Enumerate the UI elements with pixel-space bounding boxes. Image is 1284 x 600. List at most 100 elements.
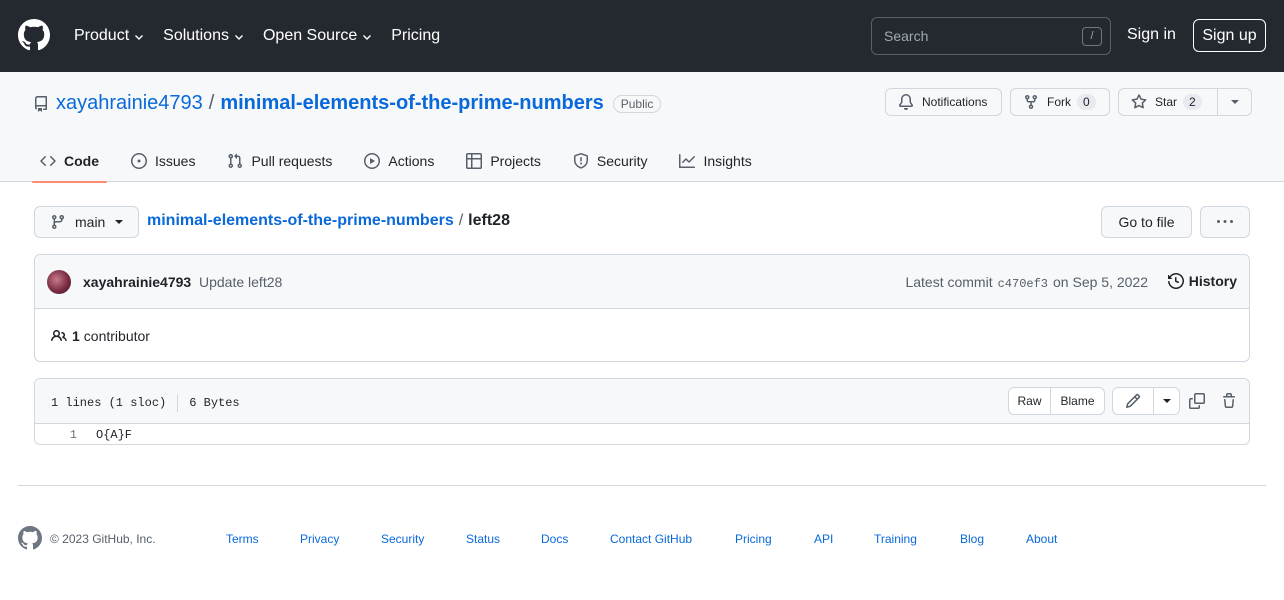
footer-link-api[interactable]: API <box>814 532 833 546</box>
search-shortcut-key: / <box>1082 27 1102 46</box>
header-nav: Product Solutions Open Source Pricing <box>74 25 458 47</box>
bell-icon <box>898 94 913 110</box>
commit-meta: Latest commit c470ef3 on Sep 5, 2022 <box>905 274 1148 291</box>
commit-header: xayahrainie4793 Update left28 Latest com… <box>35 255 1249 309</box>
trash-icon[interactable] <box>1221 393 1237 409</box>
star-button[interactable]: Star 2 <box>1118 88 1218 116</box>
star-icon <box>1131 94 1147 109</box>
blame-button[interactable]: Blame <box>1050 387 1105 415</box>
table-icon <box>466 152 483 169</box>
footer-link-privacy[interactable]: Privacy <box>300 532 339 546</box>
footer-link-terms[interactable]: Terms <box>226 532 259 546</box>
edit-options-dropdown[interactable] <box>1153 387 1180 415</box>
fork-button[interactable]: Fork 0 <box>1010 88 1110 116</box>
repo-icon <box>35 96 47 112</box>
footer-link-about[interactable]: About <box>1026 532 1057 546</box>
repo-title-separator: / <box>208 92 215 114</box>
contributors-row[interactable]: 1 contributor <box>35 309 1249 361</box>
file-viewer: 1 lines (1 sloc) 6 Bytes Raw Blame 1 O{A… <box>34 378 1250 445</box>
footer-link-status[interactable]: Status <box>466 532 500 546</box>
more-options-button[interactable] <box>1200 206 1250 238</box>
graph-icon <box>679 153 696 168</box>
repo-header: xayahrainie4793 / minimal-elements-of-th… <box>0 72 1284 183</box>
git-branch-icon <box>51 215 64 230</box>
caret-down-icon <box>1162 399 1171 403</box>
breadcrumb: minimal-elements-of-the-prime-numbers / … <box>147 212 510 230</box>
commit-message-link[interactable]: Update left28 <box>199 274 282 290</box>
chevron-down-icon <box>234 35 243 40</box>
commit-sha-link[interactable]: c470ef3 <box>998 277 1048 291</box>
search-input[interactable]: Search / <box>871 17 1111 55</box>
issue-icon <box>131 152 147 169</box>
tab-projects[interactable]: Projects <box>458 139 549 182</box>
repo-tabs: Code Issues Pull requests Actions Projec… <box>32 139 776 183</box>
code-text: O{A}F <box>96 427 133 442</box>
file-info: 1 lines (1 sloc) 6 Bytes <box>51 394 240 412</box>
footer-link-security[interactable]: Security <box>381 532 424 546</box>
tab-pull-requests[interactable]: Pull requests <box>219 139 340 182</box>
repo-name-link[interactable]: minimal-elements-of-the-prime-numbers <box>220 92 603 115</box>
history-icon <box>1167 273 1184 289</box>
tab-issues[interactable]: Issues <box>123 139 203 182</box>
breadcrumb-repo-link[interactable]: minimal-elements-of-the-prime-numbers <box>147 212 454 230</box>
file-size: 6 Bytes <box>189 396 240 410</box>
nav-product[interactable]: Product <box>74 25 145 47</box>
footer-link-pricing[interactable]: Pricing <box>735 532 772 546</box>
play-icon <box>364 152 381 169</box>
footer-link-blog[interactable]: Blog <box>960 532 984 546</box>
chevron-down-icon <box>135 35 144 40</box>
github-logo-icon[interactable] <box>18 526 42 550</box>
star-list-dropdown-button[interactable] <box>1217 88 1252 116</box>
nav-pricing[interactable]: Pricing <box>391 25 440 47</box>
footer-link-docs[interactable]: Docs <box>541 532 568 546</box>
chevron-down-icon <box>363 35 372 40</box>
commit-author-link[interactable]: xayahrainie4793 <box>83 274 191 290</box>
sign-in-link[interactable]: Sign in <box>1127 26 1176 44</box>
edit-button[interactable] <box>1112 387 1154 415</box>
file-info-divider <box>177 394 179 412</box>
caret-down-icon <box>115 220 124 224</box>
shield-icon <box>573 152 588 169</box>
pencil-icon <box>1125 393 1141 409</box>
breadcrumb-file-name: left28 <box>468 212 510 229</box>
notifications-button[interactable]: Notifications <box>885 88 1002 116</box>
global-header: Product Solutions Open Source Pricing Se… <box>0 0 1284 72</box>
github-logo-icon[interactable] <box>18 19 50 51</box>
star-count: 2 <box>1183 94 1202 110</box>
file-line-count: 1 lines (1 sloc) <box>51 396 167 410</box>
fork-count: 0 <box>1077 94 1096 110</box>
fork-icon <box>1025 95 1037 110</box>
tab-security[interactable]: Security <box>565 139 656 182</box>
file-header: 1 lines (1 sloc) 6 Bytes Raw Blame <box>35 379 1249 424</box>
tab-actions[interactable]: Actions <box>356 139 442 182</box>
raw-button[interactable]: Raw <box>1008 387 1051 415</box>
visibility-badge: Public <box>612 94 662 113</box>
line-number[interactable]: 1 <box>35 428 77 442</box>
contributors-count: 1 <box>72 327 80 344</box>
sign-up-button[interactable]: Sign up <box>1193 19 1266 52</box>
go-to-file-button[interactable]: Go to file <box>1101 206 1192 238</box>
footer-copyright: © 2023 GitHub, Inc. <box>50 532 156 546</box>
pull-request-icon <box>228 153 243 168</box>
footer-divider <box>18 485 1266 486</box>
repo-title: xayahrainie4793 / minimal-elements-of-th… <box>56 92 662 115</box>
tab-insights[interactable]: Insights <box>671 139 759 182</box>
people-icon <box>51 329 67 341</box>
history-link[interactable]: History <box>1167 273 1237 289</box>
nav-open-source[interactable]: Open Source <box>263 25 373 47</box>
branch-select-button[interactable]: main <box>34 206 139 238</box>
commit-date: on Sep 5, 2022 <box>1053 274 1148 290</box>
code-line: 1 O{A}F <box>35 424 1249 444</box>
footer-link-contact[interactable]: Contact GitHub <box>610 532 692 546</box>
repo-owner-link[interactable]: xayahrainie4793 <box>56 92 203 115</box>
breadcrumb-separator: / <box>458 212 464 229</box>
copy-icon[interactable] <box>1189 393 1205 409</box>
nav-solutions[interactable]: Solutions <box>163 25 245 47</box>
tab-code[interactable]: Code <box>32 139 107 183</box>
kebab-horizontal-icon <box>1217 220 1233 223</box>
footer-link-training[interactable]: Training <box>874 532 917 546</box>
latest-commit-box: xayahrainie4793 Update left28 Latest com… <box>34 254 1250 362</box>
caret-down-icon <box>1230 100 1239 104</box>
avatar[interactable] <box>47 270 71 294</box>
code-icon <box>40 155 56 166</box>
